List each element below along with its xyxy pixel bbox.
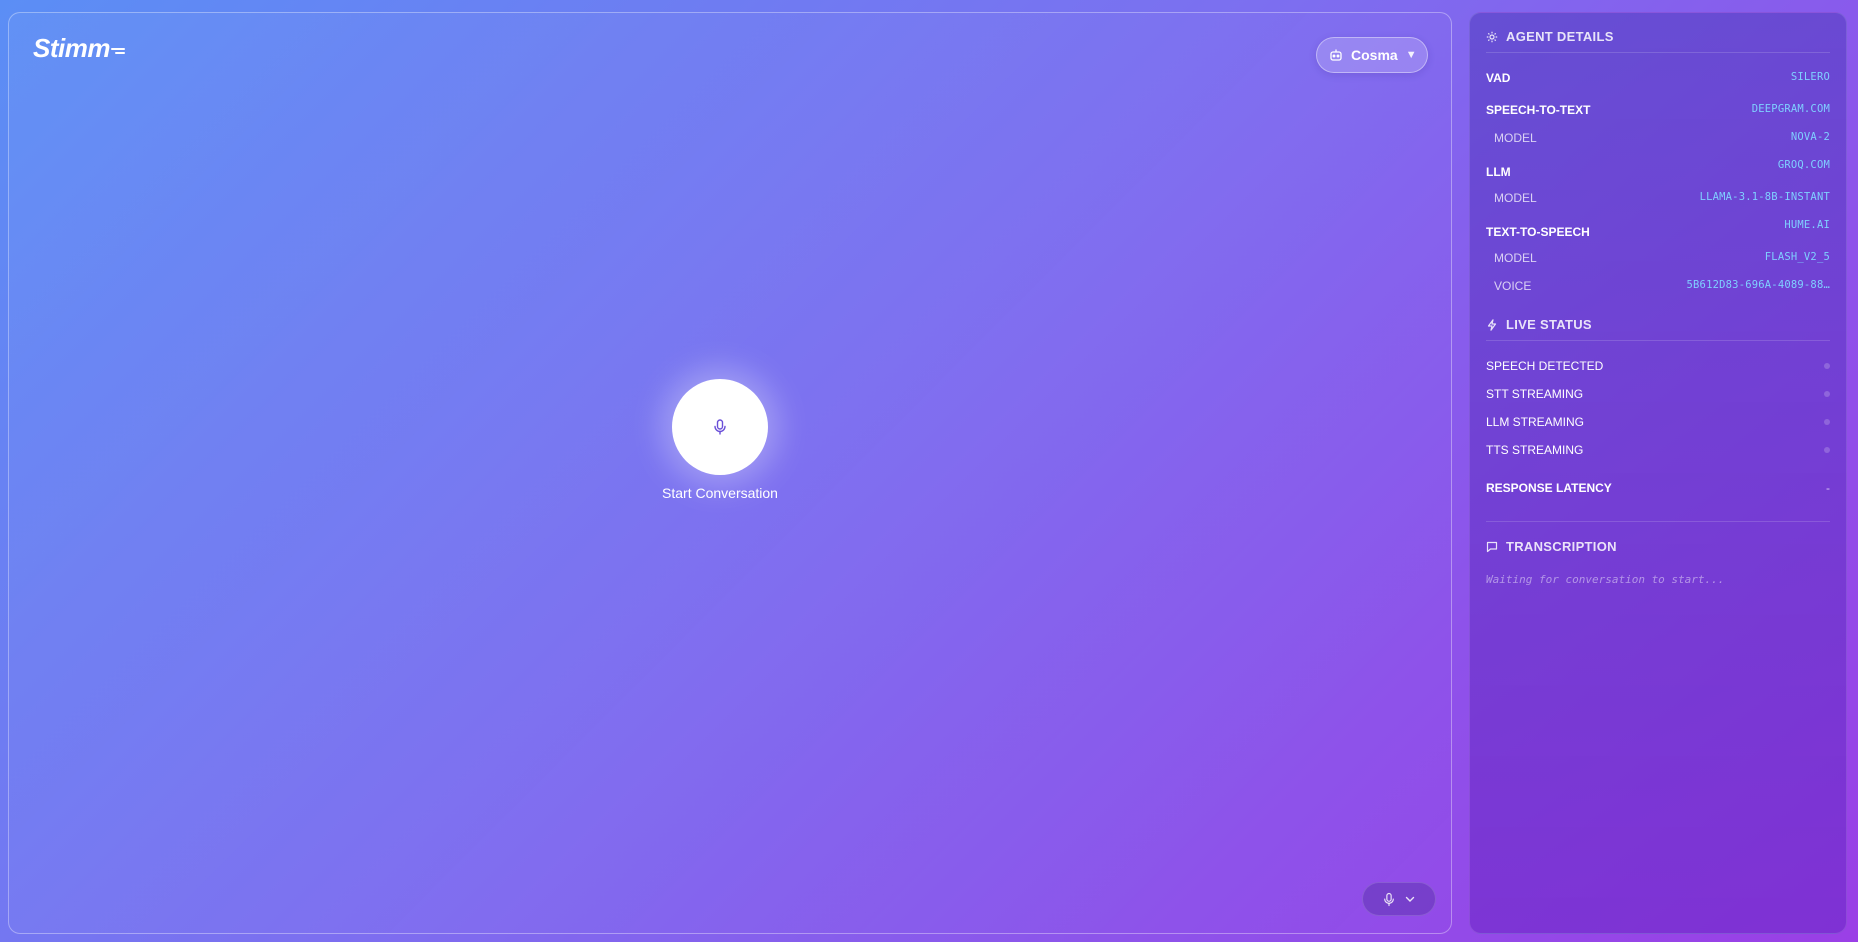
response-latency-label: RESPONSE LATENCY [1486,481,1612,495]
status-label: SPEECH DETECTED [1486,359,1604,373]
tts-model-value: FLASH_V2_5 [1764,251,1830,263]
start-conversation-button[interactable] [672,379,768,475]
llm-model-row: MODEL LLAMA-3.1-8B-INSTANT [1486,191,1830,205]
robot-icon [1329,48,1343,62]
status-indicator [1824,363,1830,369]
tts-label: TEXT-TO-SPEECH [1486,225,1590,239]
lightning-icon [1486,318,1498,331]
response-latency-value: - [1826,481,1830,495]
chat-bubble-icon [1486,541,1498,553]
response-latency-row: RESPONSE LATENCY - [1486,481,1830,495]
chevron-down-icon [1405,895,1415,903]
agent-selector[interactable]: Cosma ▼ [1316,37,1428,73]
live-status-title: LIVE STATUS [1506,317,1592,332]
tts-model-label: MODEL [1494,251,1537,265]
vad-row: VAD SILERO [1486,71,1830,85]
status-stt-streaming: STT STREAMING [1486,387,1830,401]
chevron-down-icon: ▼ [1405,49,1417,61]
transcription-title: TRANSCRIPTION [1506,539,1617,554]
transcription-placeholder: Waiting for conversation to start... [1486,573,1725,586]
divider [1486,521,1830,522]
tts-row: TEXT-TO-SPEECH HUME.AI [1486,219,1830,239]
live-status-header: LIVE STATUS [1486,317,1830,341]
status-tts-streaming: TTS STREAMING [1486,443,1830,457]
status-label: LLM STREAMING [1486,415,1585,429]
stt-model-label: MODEL [1494,131,1537,145]
tts-value: HUME.AI [1784,219,1830,231]
stt-model-row: MODEL NOVA-2 [1486,131,1830,145]
status-llm-streaming: LLM STREAMING [1486,415,1830,429]
microphone-icon [1383,892,1395,907]
status-label: STT STREAMING [1486,387,1584,401]
stt-model-value: NOVA-2 [1790,131,1830,143]
tts-model-row: MODEL FLASH_V2_5 [1486,251,1830,265]
tts-voice-label: VOICE [1494,279,1532,293]
status-indicator [1824,391,1830,397]
vad-value: SILERO [1790,71,1830,83]
status-indicator [1824,447,1830,453]
agent-selector-value: Cosma [1351,47,1398,63]
microphone-device-selector[interactable] [1362,882,1436,916]
sidebar: AGENT DETAILS VAD SILERO SPEECH-TO-TEXT … [1469,12,1847,934]
llm-value: GROQ.COM [1777,159,1830,171]
gear-icon [1486,31,1498,43]
agent-details-header: AGENT DETAILS [1486,29,1830,53]
tts-voice-value: 5B612D83-696A-4089-88… [1686,279,1830,291]
vad-label: VAD [1486,71,1511,85]
stt-value: DEEPGRAM.COM [1751,103,1830,115]
llm-model-label: MODEL [1494,191,1537,205]
status-indicator [1824,419,1830,425]
start-conversation-label: Start Conversation [662,485,778,501]
status-label: TTS STREAMING [1486,443,1584,457]
stt-label: SPEECH-TO-TEXT [1486,103,1591,117]
stt-row: SPEECH-TO-TEXT DEEPGRAM.COM [1486,103,1830,117]
microphone-icon [713,419,727,435]
transcription-header: TRANSCRIPTION [1486,539,1830,562]
logo: Stimm [33,33,125,64]
tts-voice-row: VOICE 5B612D83-696A-4089-88… [1486,279,1830,293]
llm-row: LLM GROQ.COM [1486,159,1830,179]
llm-model-value: LLAMA-3.1-8B-INSTANT [1699,191,1830,203]
speed-lines-icon [110,47,125,57]
agent-details-title: AGENT DETAILS [1506,29,1614,44]
llm-label: LLM [1486,165,1511,179]
status-speech-detected: SPEECH DETECTED [1486,359,1830,373]
